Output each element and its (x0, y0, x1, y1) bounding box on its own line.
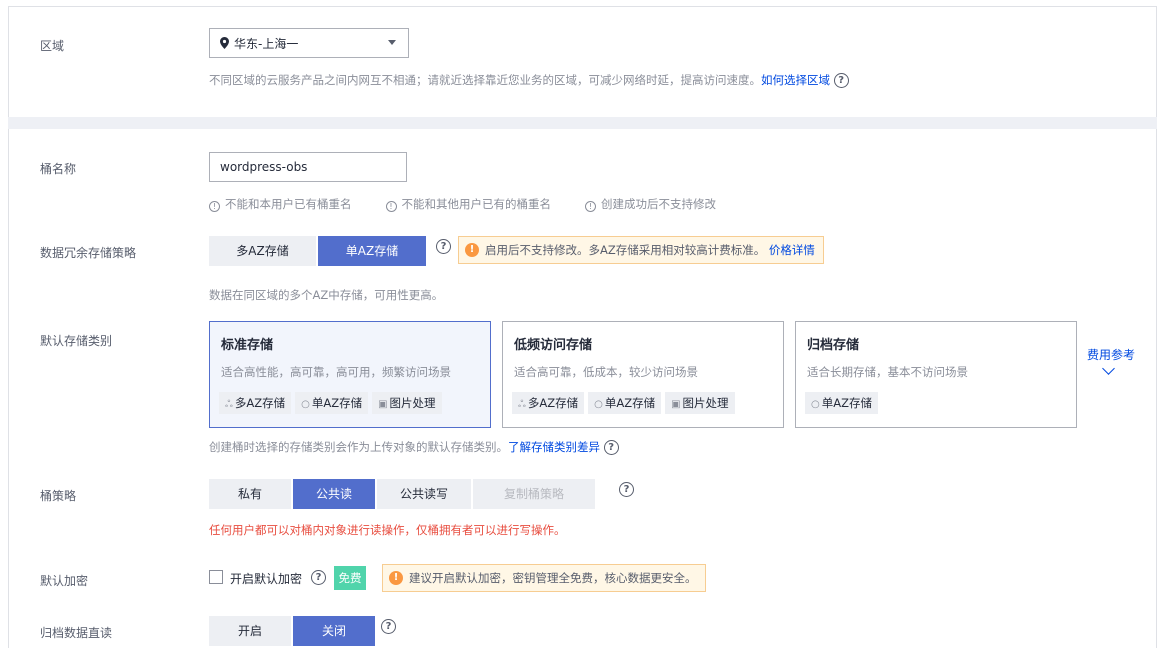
encryption-checkbox-label[interactable]: 开启默认加密 (230, 570, 302, 587)
card-desc: 适合高可靠，低成本，较少访问场景 (514, 365, 698, 379)
rule-item: ! 不能和其他用户已有的桶重名 (385, 196, 551, 212)
redundancy-label: 数据冗余存储策略 (40, 246, 137, 260)
option-enable[interactable]: 开启 (209, 616, 291, 646)
info-icon: ! (385, 201, 397, 212)
storage-class-diff-link[interactable]: 了解存储类别差异 (508, 440, 600, 454)
info-icon: ! (585, 201, 596, 212)
option-single-az[interactable]: 单AZ存储 (318, 236, 426, 266)
tag-single-az: ○ 单AZ存储 (805, 392, 878, 414)
bucket-policy-warning: 任何用户都可以对桶内对象进行读操作，仅桶拥有者可以进行写操作。 (209, 523, 566, 537)
archive-read-segmented: 开启 关闭 (209, 616, 377, 646)
bucket-name-input[interactable]: wordpress-obs (209, 152, 407, 182)
region-selected-value: 华东-上海一 (234, 36, 299, 51)
option-disable[interactable]: 关闭 (293, 616, 375, 646)
card-desc: 适合长期存储，基本不访问场景 (807, 365, 968, 379)
how-to-choose-region-link[interactable]: 如何选择区域 (761, 73, 830, 87)
bucket-policy-label: 桶策略 (40, 489, 77, 503)
bucket-policy-segmented: 私有 公共读 公共读写 复制桶策略 (209, 479, 597, 509)
location-pin-icon (220, 37, 229, 49)
single-az-icon: ○ (811, 399, 820, 410)
help-icon[interactable]: ? (619, 482, 634, 497)
tag-image-processing: ▣ 图片处理 (665, 392, 735, 414)
card-title: 低频访问存储 (514, 338, 593, 353)
rule-item: ! 创建成功后不支持修改 (585, 196, 716, 212)
tag-single-az: ○ 单AZ存储 (588, 392, 662, 414)
card-title: 归档存储 (807, 338, 860, 353)
dropdown-caret-icon (388, 40, 396, 45)
option-copy-policy[interactable]: 复制桶策略 (473, 479, 595, 509)
tag-multi-az: ஃ 多AZ存储 (512, 392, 585, 414)
option-public-read-write[interactable]: 公共读写 (377, 479, 471, 509)
help-icon[interactable]: ? (833, 73, 849, 88)
redundancy-hint: 数据在同区域的多个AZ中存储，可用性更高。 (209, 288, 444, 302)
storage-card-archive[interactable]: 归档存储 适合长期存储，基本不访问场景 ○ 单AZ存储 (795, 321, 1077, 428)
bucket-name-rules: ! 不能和本用户已有桶重名 ! 不能和其他用户已有的桶重名 ! 创建成功后不支持修改 (209, 196, 716, 212)
encryption-warning: ! 建议开启默认加密，密钥管理全免费，核心数据更安全。 (382, 564, 706, 592)
region-select[interactable]: 华东-上海一 (209, 28, 409, 58)
single-az-icon: ○ (301, 399, 310, 410)
fee-reference-link[interactable]: 费用参考 (1087, 346, 1135, 363)
tag-image-processing: ▣ 图片处理 (372, 392, 442, 414)
single-az-icon: ○ (594, 399, 603, 410)
warning-icon: ! (465, 243, 479, 257)
help-icon[interactable]: ? (603, 440, 619, 455)
option-multi-az[interactable]: 多AZ存储 (209, 236, 316, 266)
encryption-label: 默认加密 (40, 574, 89, 588)
redundancy-warning: ! 启用后不支持修改。多AZ存储采用相对较高计费标准。 价格详情 (458, 236, 824, 264)
help-icon[interactable]: ? (311, 570, 326, 585)
tag-single-az: ○ 单AZ存储 (295, 392, 369, 414)
rule-item: ! 不能和本用户已有桶重名 (209, 196, 352, 212)
storage-class-hint: 创建桶时选择的存储类别会作为上传对象的默认存储类别。了解存储类别差异 ? (209, 439, 619, 455)
bucket-name-label: 桶名称 (40, 162, 77, 176)
multi-az-icon: ஃ (225, 399, 233, 410)
multi-az-icon: ஃ (518, 399, 526, 410)
free-badge: 免费 (334, 566, 366, 590)
archive-read-label: 归档数据直读 (40, 626, 113, 640)
option-private[interactable]: 私有 (209, 479, 291, 509)
image-icon: ▣ (378, 399, 388, 410)
region-panel (8, 6, 1157, 117)
image-icon: ▣ (671, 399, 681, 410)
section-divider (8, 117, 1157, 129)
tag-multi-az: ஃ 多AZ存储 (219, 392, 292, 414)
storage-card-standard[interactable]: 标准存储 适合高性能，高可靠，高可用，频繁访问场景 ஃ 多AZ存储 ○ 单AZ存储 … (209, 321, 491, 428)
region-hint-text: 不同区域的云服务产品之间内网互不相通；请就近选择靠近您业务的区域，可减少网络时延… (209, 73, 761, 87)
storage-card-infrequent[interactable]: 低频访问存储 适合高可靠，低成本，较少访问场景 ஃ 多AZ存储 ○ 单AZ存储 ▣ 图… (502, 321, 784, 428)
help-icon[interactable]: ? (436, 239, 451, 254)
warning-icon: ! (389, 571, 403, 585)
help-icon[interactable]: ? (381, 619, 396, 634)
card-desc: 适合高性能，高可靠，高可用，频繁访问场景 (221, 365, 451, 379)
region-hint: 不同区域的云服务产品之间内网互不相通；请就近选择靠近您业务的区域，可减少网络时延… (209, 72, 849, 88)
info-icon: ! (209, 201, 220, 212)
redundancy-segmented: 多AZ存储 单AZ存储 (209, 236, 428, 266)
region-label: 区域 (40, 39, 65, 53)
card-title: 标准存储 (221, 338, 274, 353)
price-details-link[interactable]: 价格详情 (769, 242, 815, 258)
storage-class-label: 默认存储类别 (40, 334, 113, 348)
encryption-checkbox[interactable] (209, 570, 223, 584)
option-public-read[interactable]: 公共读 (293, 479, 375, 509)
